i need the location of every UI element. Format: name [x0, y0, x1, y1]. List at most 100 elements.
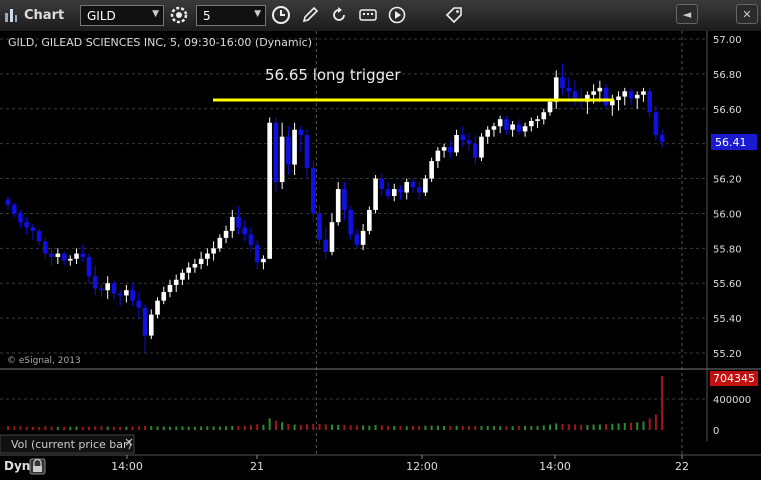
candle [43, 241, 48, 254]
candle [385, 189, 391, 196]
volume-bar [243, 425, 246, 430]
candle [572, 91, 578, 99]
candle [229, 216, 235, 231]
candle [173, 279, 179, 285]
volume-bar [274, 420, 277, 430]
volume-bar [368, 425, 371, 430]
volume-bar [461, 425, 464, 430]
volume-bar [231, 425, 234, 430]
candle [248, 234, 254, 245]
volume-close-icon[interactable]: × [124, 435, 134, 449]
volume-bar [131, 426, 134, 430]
volume-bar [87, 426, 90, 430]
interval-dropdown-icon[interactable]: ▼ [254, 9, 261, 19]
volume-bar [524, 425, 527, 430]
volume-bar [654, 414, 657, 430]
candle [367, 209, 372, 231]
candle [211, 248, 216, 254]
candle [36, 230, 42, 242]
candle [310, 168, 316, 214]
candle [49, 253, 54, 258]
volume-bar [555, 423, 558, 430]
volume-bar [100, 426, 103, 430]
refresh-icon[interactable] [328, 4, 350, 26]
volume-tick-400000: 400000 [713, 395, 751, 406]
candle [136, 300, 142, 308]
lock-icon[interactable] [29, 458, 46, 475]
candle [410, 182, 416, 188]
volume-bar [69, 426, 72, 430]
candle [61, 253, 67, 261]
candle [647, 91, 652, 113]
volume-bar [330, 424, 333, 430]
symbol-dropdown-icon[interactable]: ▼ [152, 9, 159, 19]
interval-value: 5 [203, 8, 211, 23]
volume-bar [411, 426, 414, 430]
candle [161, 291, 167, 301]
candle [566, 87, 571, 92]
candle [491, 126, 497, 130]
volume-bar [312, 423, 315, 430]
volume-bar [175, 426, 178, 430]
volume-bar [262, 424, 265, 430]
candle [354, 234, 360, 245]
symbol-input[interactable]: GILD ▼ [80, 5, 164, 26]
candle [466, 140, 472, 144]
volume-bar [249, 425, 252, 430]
tag-icon[interactable] [443, 4, 465, 26]
volume-bar [536, 425, 539, 430]
volume-bar [206, 426, 209, 430]
volume-bar [156, 426, 159, 430]
candle [99, 288, 104, 291]
clock-icon[interactable] [270, 4, 292, 26]
volume-bar [374, 424, 377, 430]
volume-bar [324, 424, 327, 430]
volume-bar [511, 426, 514, 430]
volume-bar [611, 423, 614, 430]
volume-bar [343, 424, 346, 430]
y-tick-56.00: 56.00 [713, 209, 742, 220]
pencil-icon[interactable] [299, 4, 321, 26]
x-tick-0: 14:00 [111, 460, 143, 473]
candle [142, 307, 148, 336]
volume-bar [25, 426, 28, 430]
volume-bar [362, 425, 365, 430]
candle [560, 77, 565, 88]
chart-area[interactable]: 57.0056.8056.6056.4056.2056.0055.8055.60… [0, 31, 761, 480]
candle [391, 189, 397, 196]
volume-bar [19, 426, 22, 430]
chart-background [0, 31, 761, 480]
candle [541, 112, 547, 120]
candle [68, 258, 73, 261]
volume-bar [443, 425, 446, 430]
window-close-icon[interactable]: ✕ [736, 4, 758, 24]
volume-bar [112, 426, 115, 430]
volume-bar [306, 424, 309, 430]
volume-bar [474, 426, 477, 430]
window-left-icon[interactable]: ◄ [676, 4, 698, 24]
volume-bar [542, 425, 545, 430]
candle [348, 209, 353, 235]
x-tick-2: 12:00 [406, 460, 438, 473]
candle [504, 119, 509, 130]
candle [634, 94, 640, 99]
volume-bar [486, 425, 489, 430]
candle [360, 230, 366, 245]
trigger-annotation: 56.65 long trigger [265, 66, 401, 84]
candle [167, 284, 173, 292]
interval-input[interactable]: 5 ▼ [196, 5, 266, 26]
volume-bar [505, 426, 508, 430]
y-tick-56.80: 56.80 [713, 70, 742, 81]
volume-bar [13, 426, 16, 430]
volume-bar [642, 421, 645, 430]
candle [597, 87, 603, 92]
settings-icon[interactable] [168, 4, 190, 26]
candle [404, 182, 410, 193]
candle [155, 300, 160, 315]
play-icon[interactable] [386, 4, 408, 26]
volume-bar [492, 426, 495, 430]
volume-bar [44, 426, 47, 430]
candle [30, 227, 36, 231]
keyboard-icon[interactable] [357, 4, 379, 26]
volume-bar [592, 424, 595, 430]
